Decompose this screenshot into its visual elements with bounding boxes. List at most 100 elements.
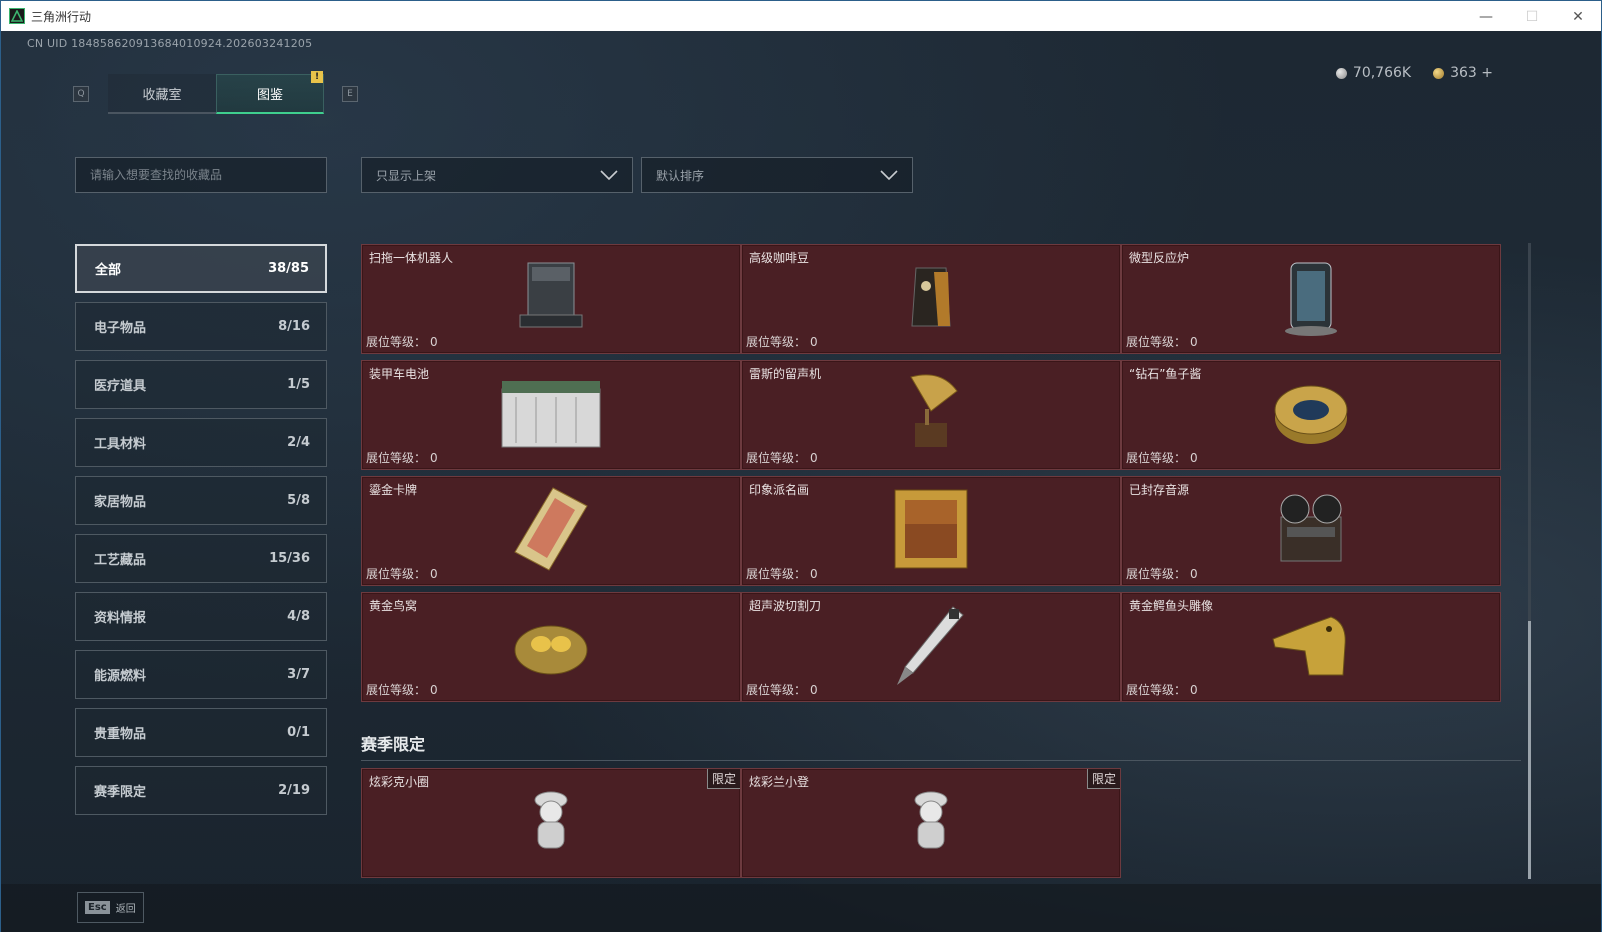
level-value: 0 (430, 335, 438, 349)
category-item[interactable]: 资料情报 4/8 (75, 592, 327, 641)
scrollbar-thumb[interactable] (1528, 621, 1531, 879)
silver-currency: 70,766K (1335, 65, 1411, 81)
season-item-card[interactable]: 炫彩兰小登 限定 (741, 768, 1121, 878)
category-item[interactable]: 医疗道具 1/5 (75, 360, 327, 409)
sort-dropdown[interactable]: 默认排序 (641, 157, 913, 193)
coffee-bag-icon (908, 262, 954, 336)
collection-item-card[interactable]: 黄金鳄鱼头雕像 展位等级： 0 (1121, 592, 1501, 702)
level-value: 0 (430, 567, 438, 581)
collection-item-card[interactable]: 高级咖啡豆展位等级： 0 (741, 244, 1121, 354)
limited-badge: 限定 (706, 769, 740, 789)
tab-label: 图鉴 (256, 88, 283, 103)
scrollbar[interactable] (1528, 243, 1531, 879)
gold-amount: 363 + (1450, 65, 1493, 81)
tab-catalog[interactable]: 图鉴 ! (216, 71, 324, 114)
caviar-tin-icon (1271, 378, 1351, 452)
search-input[interactable] (90, 168, 326, 182)
level-value: 0 (1190, 335, 1198, 349)
level-value: 0 (1190, 567, 1198, 581)
category-item[interactable]: 电子物品 8/16 (75, 302, 327, 351)
level-value: 0 (810, 567, 818, 581)
category-item[interactable]: 赛季限定 2/19 (75, 766, 327, 815)
maximize-button[interactable]: ☐ (1509, 1, 1555, 32)
level-value: 0 (810, 335, 818, 349)
tab-label: 收藏室 (142, 87, 182, 103)
category-label: 家居物品 (94, 495, 147, 510)
display-level: 展位等级： 0 (366, 681, 438, 698)
item-name: 高级咖啡豆 (749, 251, 810, 265)
category-item[interactable]: 工具材料 2/4 (75, 418, 327, 467)
item-name: 黄金鸟窝 (369, 599, 418, 613)
category-count: 5/8 (287, 493, 310, 508)
category-label: 医疗道具 (94, 379, 147, 394)
category-item[interactable]: 家居物品 5/8 (75, 476, 327, 525)
level-value: 0 (810, 451, 818, 465)
category-item[interactable]: 贵重物品 0/1 (75, 708, 327, 757)
level-label: 展位等级： (366, 335, 427, 349)
display-level: 展位等级： 0 (366, 565, 438, 582)
category-count: 0/1 (287, 725, 310, 740)
collection-item-card[interactable]: 微型反应炉展位等级： 0 (1121, 244, 1501, 354)
category-count: 8/16 (278, 319, 310, 334)
silver-coin-icon (1335, 67, 1347, 79)
prev-tab-key-hint[interactable]: Q (73, 86, 89, 102)
collection-item-card[interactable]: 超声波切割刀 展位等级： 0 (741, 592, 1121, 702)
currency-bar: 70,766K 363 + (1335, 65, 1493, 81)
category-label: 工艺藏品 (94, 553, 147, 568)
window-titlebar: 三角洲行动 — ☐ ✕ (0, 0, 1602, 31)
item-name: 炫彩克小圈 (369, 775, 430, 789)
level-label: 展位等级： (366, 683, 427, 697)
collection-item-card[interactable]: 雷斯的留声机 展位等级： 0 (741, 360, 1121, 470)
close-button[interactable]: ✕ (1555, 1, 1601, 32)
gold-crocodile-icon (1269, 609, 1353, 685)
category-label: 工具材料 (94, 437, 147, 452)
category-item[interactable]: 工艺藏品 15/36 (75, 534, 327, 583)
availability-filter-dropdown[interactable]: 只显示上架 (361, 157, 633, 193)
section-divider (361, 760, 1521, 761)
season-item-card[interactable]: 炫彩克小圈 限定 (361, 768, 741, 878)
category-label: 贵重物品 (94, 727, 147, 742)
search-box[interactable] (75, 157, 327, 193)
framed-painting-icon (893, 488, 969, 574)
gold-coin-icon (1433, 67, 1445, 79)
category-count: 2/19 (278, 783, 310, 798)
tab-collection-room[interactable]: 收藏室 (108, 74, 216, 114)
category-count: 2/4 (287, 435, 310, 450)
display-level: 展位等级： 0 (746, 333, 818, 350)
category-list: 全部 38/85 电子物品 8/16 医疗道具 1/5 工具材料 2/4 家居物品 5/8 工艺藏品… (75, 244, 327, 824)
category-item[interactable]: 能源燃料 3/7 (75, 650, 327, 699)
item-name: 炫彩兰小登 (749, 775, 810, 789)
display-level: 展位等级： 0 (1126, 681, 1198, 698)
collection-item-card[interactable]: 装甲车电池 展位等级： 0 (361, 360, 741, 470)
minimize-button[interactable]: — (1463, 1, 1509, 32)
level-label: 展位等级： (366, 567, 427, 581)
category-label: 全部 (95, 263, 122, 278)
category-item[interactable]: 全部 38/85 (75, 244, 327, 293)
season-section-title: 赛季限定 (361, 735, 426, 754)
item-name: 扫拖一体机器人 (369, 251, 454, 265)
back-button[interactable]: Esc 返回 (77, 892, 144, 923)
next-tab-key-hint[interactable]: E (342, 86, 358, 102)
collection-item-card[interactable]: 扫拖一体机器人 展位等级： 0 (361, 244, 741, 354)
uid-label: CN UID 184858620913684010924.20260324120… (27, 37, 313, 50)
collection-item-card[interactable]: 鎏金卡牌 展位等级： 0 (361, 476, 741, 586)
item-name: 微型反应炉 (1129, 251, 1190, 265)
figurine-icon (526, 786, 576, 860)
collection-item-card[interactable]: “钻石”鱼子酱 展位等级： 0 (1121, 360, 1501, 470)
esc-key-hint: Esc (85, 901, 110, 914)
notification-badge: ! (311, 71, 323, 83)
gold-currency[interactable]: 363 + (1433, 65, 1493, 81)
item-name: 已封存音源 (1129, 483, 1190, 497)
display-level: 展位等级： 0 (1126, 565, 1198, 582)
collection-item-card[interactable]: 已封存音源展位等级： 0 (1121, 476, 1501, 586)
golden-nest-icon (511, 612, 591, 682)
collection-item-card[interactable]: 黄金鸟窝展位等级： 0 (361, 592, 741, 702)
game-viewport: CN UID 184858620913684010924.20260324120… (0, 31, 1602, 932)
category-count: 1/5 (287, 377, 310, 392)
category-count: 3/7 (287, 667, 310, 682)
footer-bar: Esc 返回 (1, 884, 1601, 932)
level-value: 0 (1190, 683, 1198, 697)
collection-item-card[interactable]: 印象派名画 展位等级： 0 (741, 476, 1121, 586)
level-label: 展位等级： (1126, 335, 1187, 349)
category-label: 电子物品 (94, 321, 147, 336)
